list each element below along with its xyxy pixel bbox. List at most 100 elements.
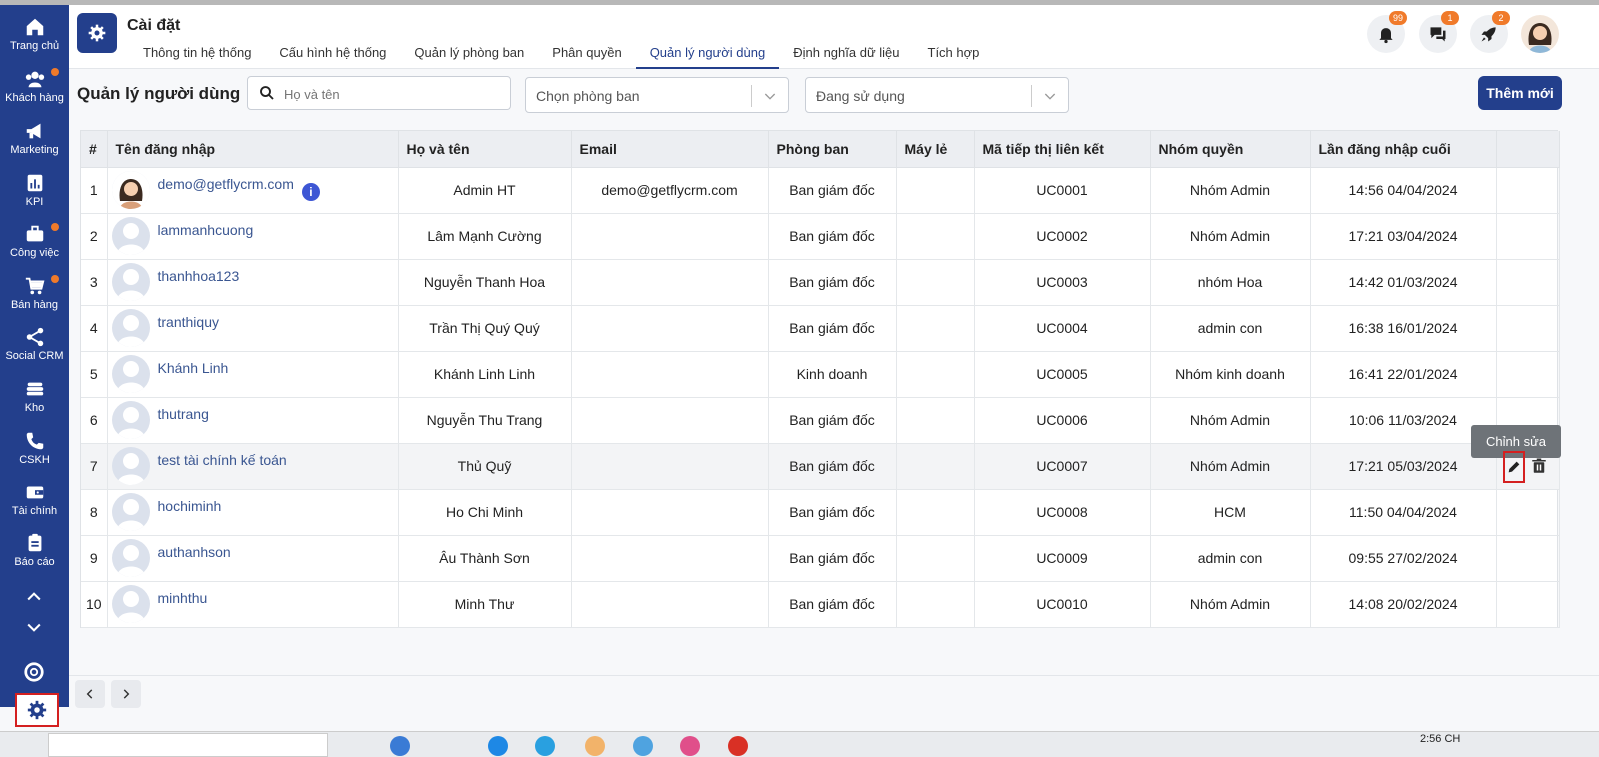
permission-group-cell: Nhóm kinh doanh [1150,351,1311,398]
users-icon [25,71,44,88]
tab-quan-ly-phong-ban[interactable]: Quản lý phòng ban [400,45,538,69]
table-row[interactable]: 10 minhthu Minh Thư Ban giám đốc UC0010 Nhóm … [81,581,1560,628]
messages-button[interactable]: 1 [1419,11,1459,53]
table-row[interactable]: 8 hochiminh Ho Chi Minh Ban giám đốc UC0008 H… [81,489,1560,536]
username-cell: Khánh Linh [107,351,399,398]
username-link[interactable]: minhthu [158,590,208,606]
table-row[interactable]: 4 tranthiquy Trần Thị Quý Quý Ban giám đốc U… [81,305,1560,352]
sidebar-item-ban-hang[interactable]: Bán hàng [0,269,69,319]
taskbar-app-icon[interactable] [390,736,410,756]
taskbar-app-icon[interactable] [728,736,748,756]
table-row[interactable]: 1 demo@getflycrm.com i Admin HT demo@getflyc… [81,167,1560,214]
taskbar-app-icon[interactable] [680,736,700,756]
avatar [111,171,150,209]
sidebar-item-social-crm[interactable]: Social CRM [0,320,69,370]
taskbar-search[interactable] [48,733,328,757]
sidebar-item-label: CSKH [19,454,50,466]
next-page-button[interactable] [111,680,141,708]
username-cell: demo@getflycrm.com i [107,167,399,214]
permission-group-cell: Nhóm Admin [1150,397,1311,444]
settings-button[interactable] [15,693,59,727]
user-avatar[interactable] [1521,15,1559,53]
taskbar-app-icon[interactable] [585,736,605,756]
department-cell: Ban giám đốc [768,489,897,536]
avatar [111,493,150,531]
column-header: Họ và tên [398,131,572,168]
permission-group-cell: Nhóm Admin [1150,443,1311,490]
username-link[interactable]: demo@getflycrm.com [158,176,294,192]
table-row[interactable]: 7 test tài chính kế toán Thủ Quỹ Ban giám đ… [81,443,1560,490]
avatar [111,539,150,577]
add-user-button[interactable]: Thêm mới [1478,76,1562,110]
extension-cell [896,167,975,214]
notifications-button[interactable]: 99 [1367,11,1407,53]
tab-tich-hop[interactable]: Tích hợp [914,45,994,69]
username-link[interactable]: authanhson [158,544,231,560]
sidebar-item-kpi[interactable]: KPI [0,166,69,216]
help-button[interactable] [22,661,46,685]
table-row[interactable]: 9 authanhson Âu Thành Sơn Ban giám đốc UC000… [81,535,1560,582]
share-icon [26,327,43,347]
permission-group-cell: Nhóm Admin [1150,213,1311,260]
chevron-left-icon [86,689,93,699]
page-title: Cài đặt [127,17,181,34]
sidebar-item-trang-chu[interactable]: Trang chủ [0,10,69,60]
sidebar-item-tai-chinh[interactable]: Tài chính [0,475,69,525]
gear-icon [88,24,106,42]
department-cell: Kinh doanh [768,351,897,398]
sidebar-item-bao-cao[interactable]: Báo cáo [0,526,69,576]
table-row[interactable]: 5 Khánh Linh Khánh Linh Linh Kinh doanh UC00… [81,351,1560,398]
briefcase-icon [26,225,43,242]
info-icon[interactable]: i [301,183,320,201]
status-select[interactable]: Đang sử dụng [805,77,1069,113]
sidebar-item-kho[interactable]: Kho [0,372,69,422]
sidebar-item-marketing[interactable]: Marketing [0,114,69,164]
table-row[interactable]: 2 lammanhcuong Lâm Mạnh Cường Ban giám đốc U… [81,213,1560,260]
prev-page-button[interactable] [75,680,105,708]
column-header: # [81,131,108,168]
fullname-cell: Admin HT [398,167,572,214]
tab-thong-tin-he-thong[interactable]: Thông tin hệ thống [129,45,265,69]
tab-quan-ly-nguoi-dung[interactable]: Quản lý người dùng [635,45,780,69]
row-number: 1 [81,167,108,214]
column-header: Email [571,131,769,168]
search-input[interactable] [284,84,504,104]
department-cell: Ban giám đốc [768,213,897,260]
table-row[interactable]: 3 thanhhoa123 Nguyễn Thanh Hoa Ban giám đốc… [81,259,1560,306]
taskbar-app-icon[interactable] [633,736,653,756]
extension-cell [896,489,975,536]
fullname-cell: Nguyễn Thu Trang [398,397,572,444]
username-link[interactable]: tranthiquy [158,314,219,330]
table-row[interactable]: 6 thutrang Nguyễn Thu Trang Ban giám đốc UC0… [81,397,1560,444]
tab-cau-hinh-he-thong[interactable]: Cấu hình hệ thống [265,45,400,69]
username-link[interactable]: lammanhcuong [158,222,254,238]
scroll-down-button[interactable] [22,617,46,641]
username-link[interactable]: hochiminh [158,498,222,514]
department-select[interactable]: Chọn phòng ban [525,77,789,113]
edit-button[interactable] [1503,451,1525,483]
column-header: Mã tiếp thị liên kết [974,131,1151,168]
email-cell [571,443,769,490]
tab-dinh-nghia-du-lieu[interactable]: Định nghĩa dữ liệu [779,45,913,69]
sidebar-item-label: Marketing [10,144,59,156]
extension-cell [896,397,975,444]
username-link[interactable]: thutrang [158,406,209,422]
affiliate-code-cell: UC0001 [974,167,1151,214]
taskbar-app-icon[interactable] [488,736,508,756]
taskbar-app-icon[interactable] [535,736,555,756]
sidebar-item-khach-hang[interactable]: Khách hàng [0,62,69,112]
sidebar-item-cskh[interactable]: CSKH [0,424,69,474]
rocket-button[interactable]: 2 [1470,11,1510,53]
username-link[interactable]: thanhhoa123 [158,268,240,284]
row-number: 9 [81,535,108,582]
sidebar-item-cong-viec[interactable]: Công việc [0,217,69,267]
username-link[interactable]: test tài chính kế toán [158,452,287,468]
fullname-cell: Ho Chi Minh [398,489,572,536]
extension-cell [896,351,975,398]
username-link[interactable]: Khánh Linh [158,360,229,376]
scroll-up-button[interactable] [22,587,46,611]
tab-phan-quyen[interactable]: Phân quyền [538,45,635,69]
delete-button[interactable] [1530,456,1548,481]
affiliate-code-cell: UC0008 [974,489,1151,536]
column-header: Phòng ban [768,131,897,168]
